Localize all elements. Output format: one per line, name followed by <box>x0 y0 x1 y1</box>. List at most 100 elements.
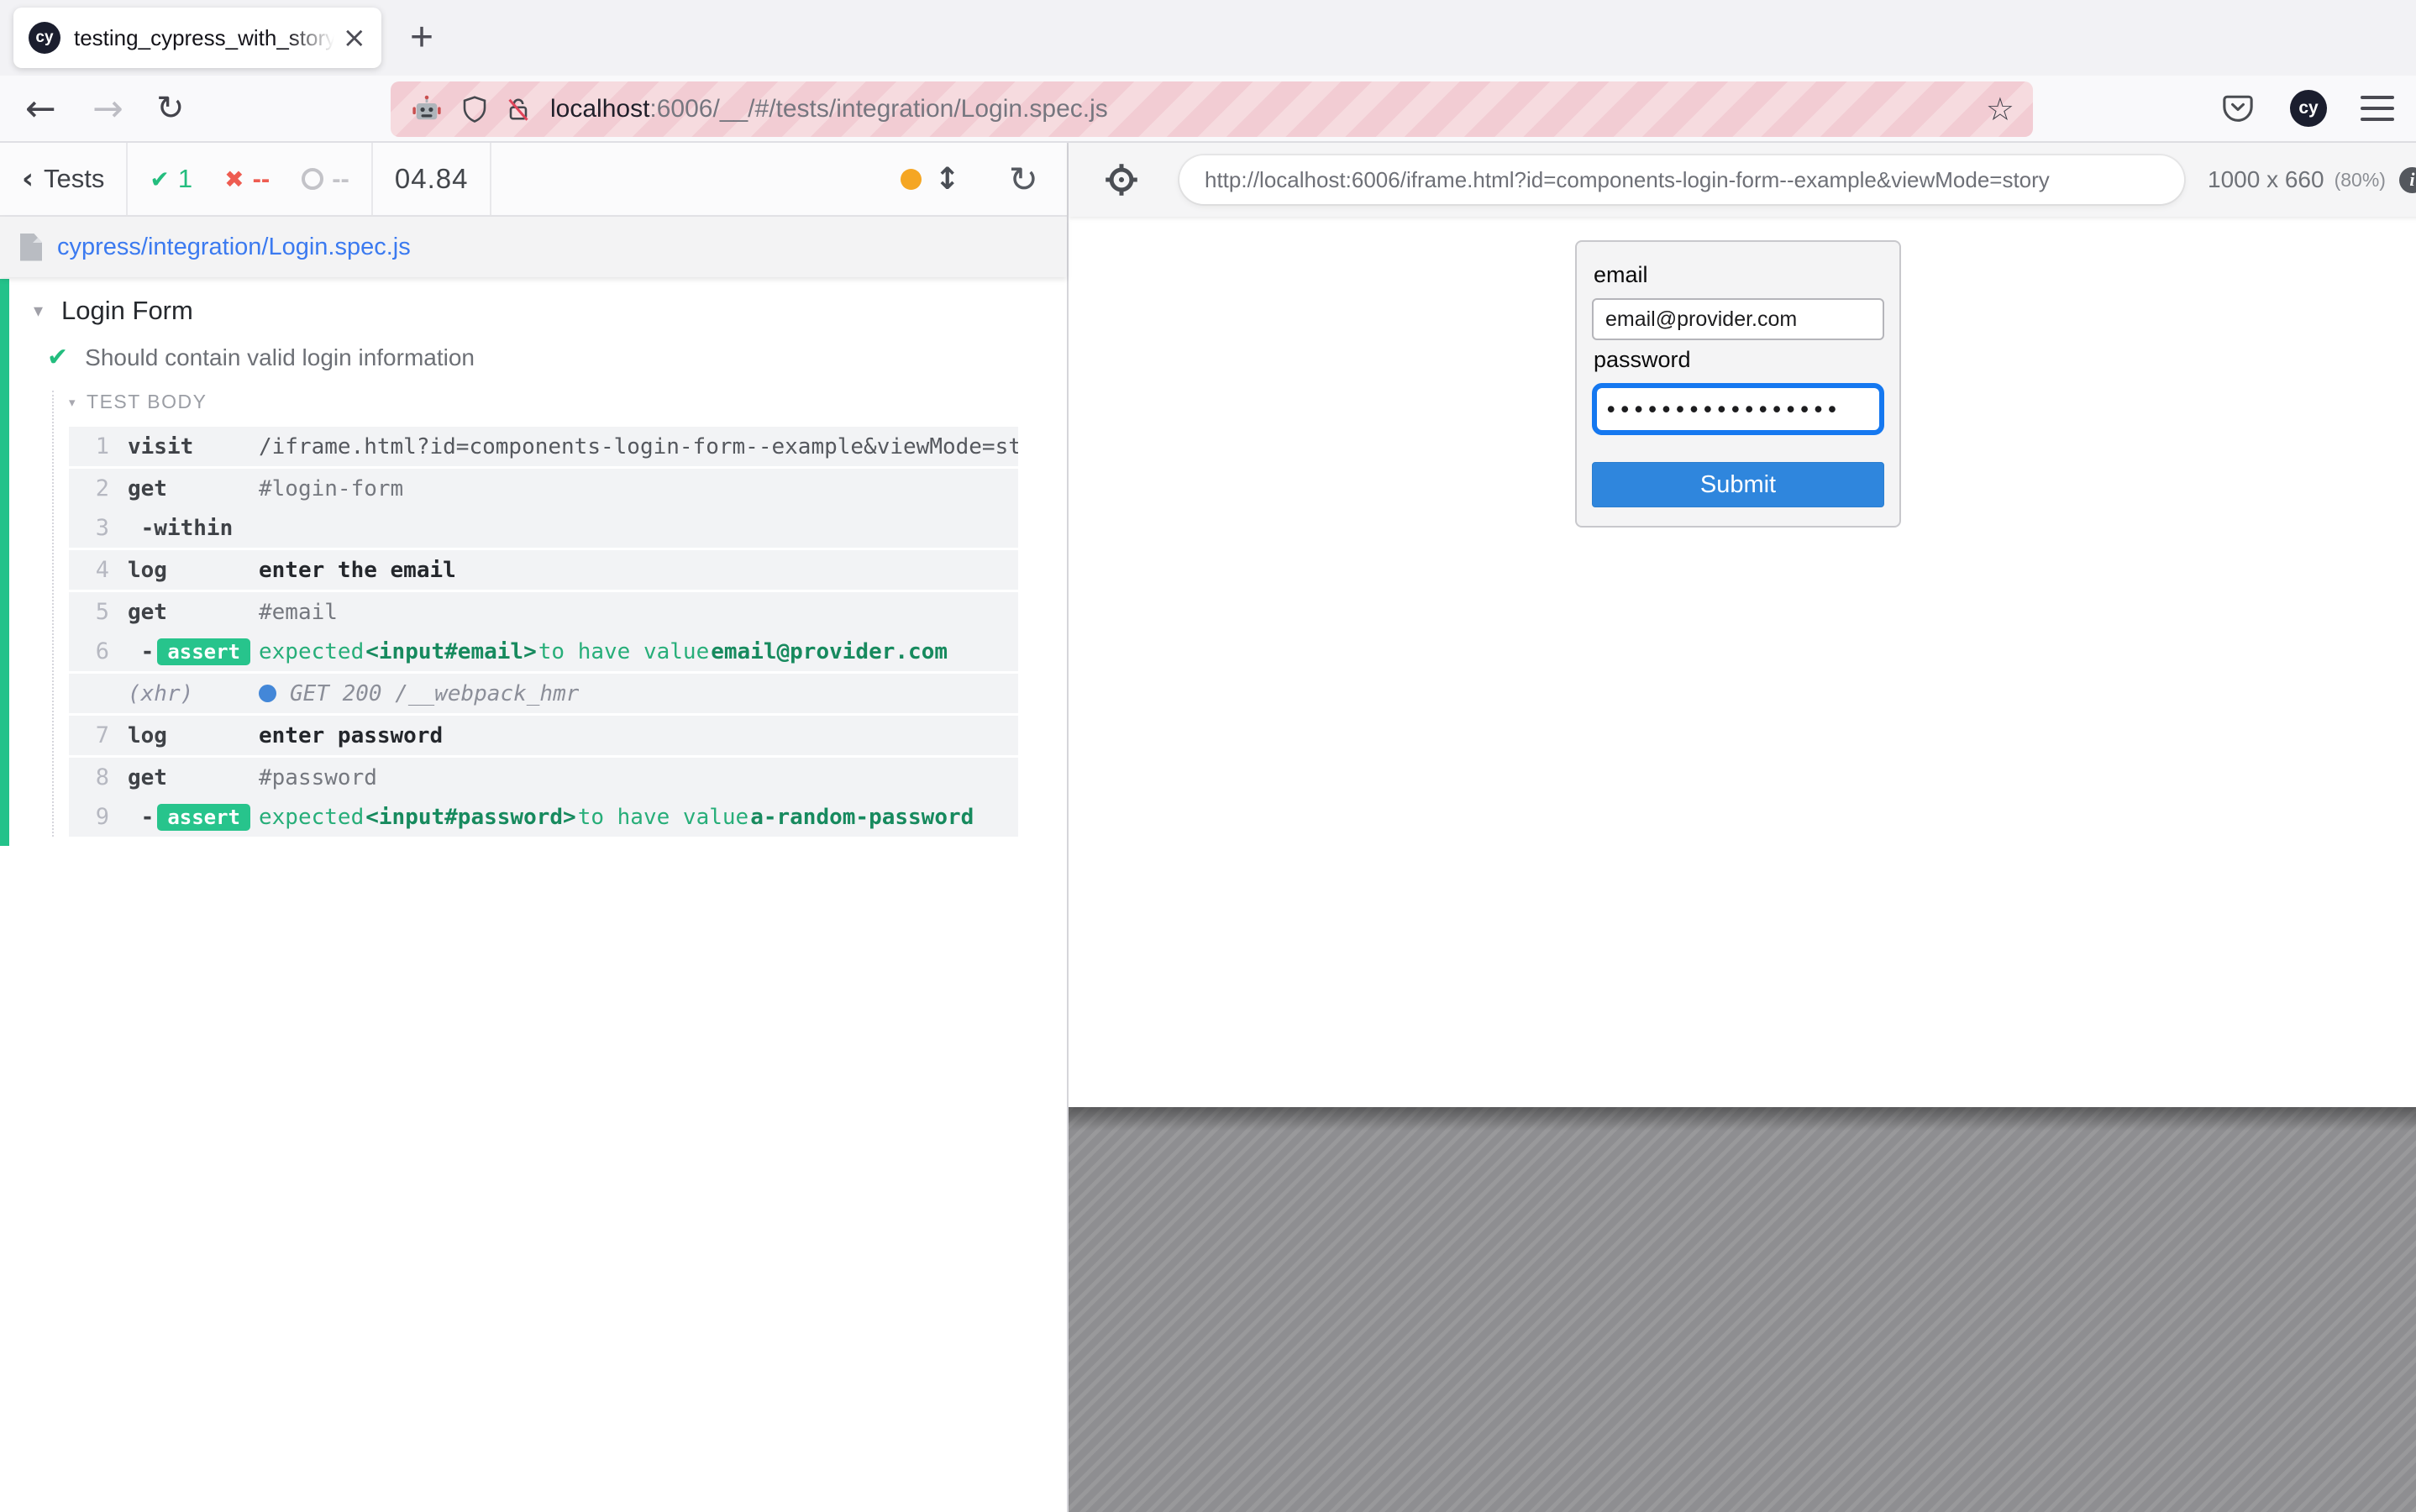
command-line-number: 8 <box>69 764 109 790</box>
circle-icon <box>302 168 323 190</box>
viewport-scale: (80%) <box>2335 169 2386 192</box>
shield-icon[interactable] <box>460 94 490 124</box>
spec-file-header: cypress/integration/Login.spec.js <box>0 217 1067 277</box>
command-row[interactable]: 8 get #password <box>69 758 1018 797</box>
toolbar-right-icons: cy <box>2219 76 2394 141</box>
passed-stat[interactable]: ✔ 1 <box>150 164 192 194</box>
selector-playground-icon[interactable] <box>1102 160 1141 199</box>
command-message: expected <input#email> to have value ema… <box>259 639 949 664</box>
command-message: #login-form <box>259 476 403 501</box>
submit-button[interactable]: Submit <box>1592 462 1884 507</box>
command-message: enter password <box>259 723 443 748</box>
assert-badge: assert <box>157 804 250 831</box>
cypress-favicon-icon: cy <box>29 22 60 54</box>
test-header[interactable]: ✔ Should contain valid login information <box>0 343 1067 372</box>
new-tab-button[interactable]: + <box>410 18 433 58</box>
rerun-tests-icon[interactable]: ↻ <box>1009 159 1038 200</box>
viewport-info-icon[interactable]: i <box>2399 167 2416 193</box>
back-button[interactable]: ← <box>25 76 56 141</box>
command-method: (xhr) <box>128 681 242 706</box>
xhr-event-row[interactable]: (xhr) GET 200 /__webpack_hmr <box>69 674 1018 713</box>
cypress-reporter: ‹ Tests ✔ 1 ✖ -- -- <box>0 143 1069 1512</box>
command-line-number: 3 <box>69 515 109 541</box>
menu-icon[interactable] <box>2361 96 2394 121</box>
command-row[interactable]: 6 -assertexpected <input#email> to have … <box>69 632 1018 671</box>
collapse-triangle-icon: ▾ <box>69 395 76 410</box>
command-row[interactable]: 1 visit/iframe.html?id=components-login-f… <box>69 427 1018 466</box>
passed-count: 1 <box>178 164 192 194</box>
navigation-bar: ← → ↻ localhost:6006/__/#/test <box>0 76 2416 143</box>
duration-section: 04.84 <box>373 143 492 215</box>
browser-window: cy testing_cypress_with_storybook × + ← … <box>0 0 2416 1512</box>
reporter-toolbar: ‹ Tests ✔ 1 ✖ -- -- <box>0 143 1067 217</box>
command-method: visit <box>128 434 242 459</box>
tab-close-icon[interactable]: × <box>343 24 367 52</box>
command-log: 1 visit/iframe.html?id=components-login-f… <box>69 427 1018 837</box>
command-method: -within <box>128 516 242 541</box>
auto-scroll-toggle-icon[interactable]: ↕ <box>935 162 960 197</box>
command-line-number: 7 <box>69 722 109 748</box>
command-row[interactable]: 7 log enter password <box>69 716 1018 755</box>
bookmark-star-icon[interactable]: ☆ <box>1986 91 2014 128</box>
robot-icon[interactable] <box>409 92 444 127</box>
reload-button[interactable]: ↻ <box>156 76 185 141</box>
suite-header[interactable]: ▾ Login Form <box>0 277 1067 326</box>
command-row[interactable]: 2 get #login-form <box>69 469 1018 508</box>
command-message: #email <box>259 600 338 625</box>
pocket-icon[interactable] <box>2219 90 2256 127</box>
command-method: log <box>128 723 242 748</box>
failed-stat[interactable]: ✖ -- <box>224 164 270 194</box>
command-method: -assert <box>128 638 242 665</box>
forward-button[interactable]: → <box>92 76 123 141</box>
spec-file-link[interactable]: cypress/integration/Login.spec.js <box>57 234 411 261</box>
test-title: Should contain valid login information <box>85 344 475 371</box>
command-row[interactable]: 9 -assert expected <input#password> to ha… <box>69 797 1018 837</box>
tests-label: Tests <box>44 164 104 194</box>
back-to-tests-button[interactable]: ‹ Tests <box>0 143 128 215</box>
password-field[interactable] <box>1592 383 1884 435</box>
main-content: ‹ Tests ✔ 1 ✖ -- -- <box>0 143 2416 1512</box>
command-line-number: 2 <box>69 475 109 501</box>
viewport-size: 1000 x 660 <box>2208 166 2324 193</box>
command-line-number: 1 <box>69 433 109 459</box>
pending-stat[interactable]: -- <box>302 164 349 194</box>
command-message: #password <box>259 765 377 790</box>
command-method: get <box>128 476 242 501</box>
test-body-label: TEST BODY <box>87 391 207 413</box>
cross-icon: ✖ <box>224 165 244 193</box>
test-stats: ✔ 1 ✖ -- -- <box>128 143 373 215</box>
app-iframe-viewport: email password Submit <box>1069 217 2416 1107</box>
check-icon: ✔ <box>150 165 169 193</box>
password-label: password <box>1594 347 1884 373</box>
command-row[interactable]: 3 -within <box>69 508 1018 548</box>
profile-avatar[interactable]: cy <box>2290 90 2327 127</box>
email-label: email <box>1594 262 1884 288</box>
aut-url-input[interactable]: http://localhost:6006/iframe.html?id=com… <box>1179 155 2184 204</box>
address-bar[interactable]: localhost:6006/__/#/tests/integration/Lo… <box>391 81 2033 137</box>
command-row[interactable]: 5 get #email <box>69 592 1018 632</box>
command-message: GET 200 /__webpack_hmr <box>259 681 579 706</box>
tab-bar: cy testing_cypress_with_storybook × + <box>0 0 2416 76</box>
browser-tab[interactable]: cy testing_cypress_with_storybook × <box>13 8 381 68</box>
command-line-number: 9 <box>69 804 109 830</box>
test-body-header[interactable]: ▾ TEST BODY <box>69 391 1067 413</box>
command-row[interactable]: 4logenter the email <box>69 550 1018 590</box>
command-method: get <box>128 765 242 790</box>
command-method: get <box>128 600 242 625</box>
test-duration: 04.84 <box>395 163 469 195</box>
test-log: ▾ Login Form ✔ Should contain valid logi… <box>0 277 1067 1512</box>
chevron-left-icon: ‹ <box>22 162 34 196</box>
test-body-section: ▾ TEST BODY 1 visit/iframe.html?id=compon… <box>52 391 1067 837</box>
command-message: expected <input#password> to have value … <box>259 805 975 830</box>
login-form: email password Submit <box>1575 240 1901 528</box>
url-path: :6006/__/#/tests/integration/Login.spec.… <box>649 95 1107 123</box>
command-line-number: 5 <box>69 599 109 625</box>
insecure-lock-icon[interactable] <box>503 94 533 124</box>
url-text: localhost:6006/__/#/tests/integration/Lo… <box>550 95 1108 123</box>
file-icon <box>20 234 42 261</box>
command-method: log <box>128 558 242 583</box>
assert-badge: assert <box>157 638 250 665</box>
email-field[interactable] <box>1592 298 1884 340</box>
command-message: /iframe.html?id=components-login-form--e… <box>259 434 1018 459</box>
command-method: -assert <box>128 804 242 831</box>
